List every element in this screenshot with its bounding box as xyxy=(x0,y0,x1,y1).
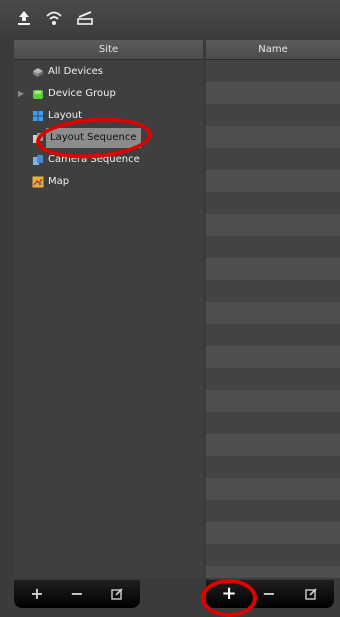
tree-item-label: Layout xyxy=(48,110,82,121)
scanner-icon[interactable] xyxy=(75,8,95,28)
list-row[interactable] xyxy=(206,390,340,412)
upload-icon[interactable] xyxy=(14,8,34,28)
map-icon xyxy=(32,176,44,188)
list-row[interactable] xyxy=(206,346,340,368)
tree-item-label: Map xyxy=(48,176,70,187)
wifi-icon[interactable] xyxy=(44,8,64,28)
list-row[interactable] xyxy=(206,522,340,544)
edit-icon xyxy=(305,588,317,600)
list-row[interactable] xyxy=(206,434,340,456)
site-action-bar: + − xyxy=(14,580,140,608)
layout-sequence-icon xyxy=(32,132,44,144)
device-group-icon xyxy=(32,88,44,100)
list-row[interactable] xyxy=(206,104,340,126)
layout-icon xyxy=(32,110,44,122)
edit-icon xyxy=(111,588,123,600)
list-row[interactable] xyxy=(206,82,340,104)
list-row[interactable] xyxy=(206,566,340,578)
site-column-header[interactable]: Site xyxy=(14,40,203,60)
list-row[interactable] xyxy=(206,258,340,280)
tree-item-camera-sequence[interactable]: Camera Sequence xyxy=(14,150,203,170)
edit-name-button[interactable] xyxy=(300,583,322,605)
list-row[interactable] xyxy=(206,456,340,478)
remove-name-button[interactable]: − xyxy=(258,583,280,605)
application-window: Site All Devices ▶ Device Group Layout L… xyxy=(0,0,340,617)
name-action-bar: + − xyxy=(206,580,334,608)
list-row[interactable] xyxy=(206,412,340,434)
list-row[interactable] xyxy=(206,126,340,148)
tree-item-all-devices[interactable]: All Devices xyxy=(14,62,203,82)
list-row[interactable] xyxy=(206,500,340,522)
camera-sequence-icon xyxy=(32,154,44,166)
list-row[interactable] xyxy=(206,60,340,82)
list-row[interactable] xyxy=(206,148,340,170)
list-row[interactable] xyxy=(206,368,340,390)
list-row[interactable] xyxy=(206,324,340,346)
add-name-button[interactable]: + xyxy=(218,583,240,605)
site-panel: Site All Devices ▶ Device Group Layout L… xyxy=(14,40,203,578)
list-row[interactable] xyxy=(206,214,340,236)
list-row[interactable] xyxy=(206,170,340,192)
tree-item-label: Camera Sequence xyxy=(48,154,140,165)
tree-item-label: Device Group xyxy=(48,88,116,99)
list-row[interactable] xyxy=(206,280,340,302)
tree-item-label: All Devices xyxy=(48,66,103,77)
list-row[interactable] xyxy=(206,236,340,258)
toolbar xyxy=(0,0,340,38)
remove-site-button[interactable]: − xyxy=(66,583,88,605)
tree-item-label: Layout Sequence xyxy=(46,128,141,148)
tree-item-layout[interactable]: Layout xyxy=(14,106,203,126)
edit-site-button[interactable] xyxy=(106,583,128,605)
name-column-header[interactable]: Name xyxy=(206,40,340,60)
add-site-button[interactable]: + xyxy=(26,583,48,605)
tree-item-map[interactable]: Map xyxy=(14,172,203,192)
list-row[interactable] xyxy=(206,302,340,324)
all-devices-icon xyxy=(32,66,44,78)
list-row[interactable] xyxy=(206,478,340,500)
tree-item-device-group[interactable]: ▶ Device Group xyxy=(14,84,203,104)
name-panel: Name xyxy=(206,40,340,578)
expand-arrow-icon[interactable]: ▶ xyxy=(18,84,24,104)
tree-item-layout-sequence[interactable]: Layout Sequence xyxy=(14,128,203,148)
list-row[interactable] xyxy=(206,192,340,214)
list-row[interactable] xyxy=(206,544,340,566)
